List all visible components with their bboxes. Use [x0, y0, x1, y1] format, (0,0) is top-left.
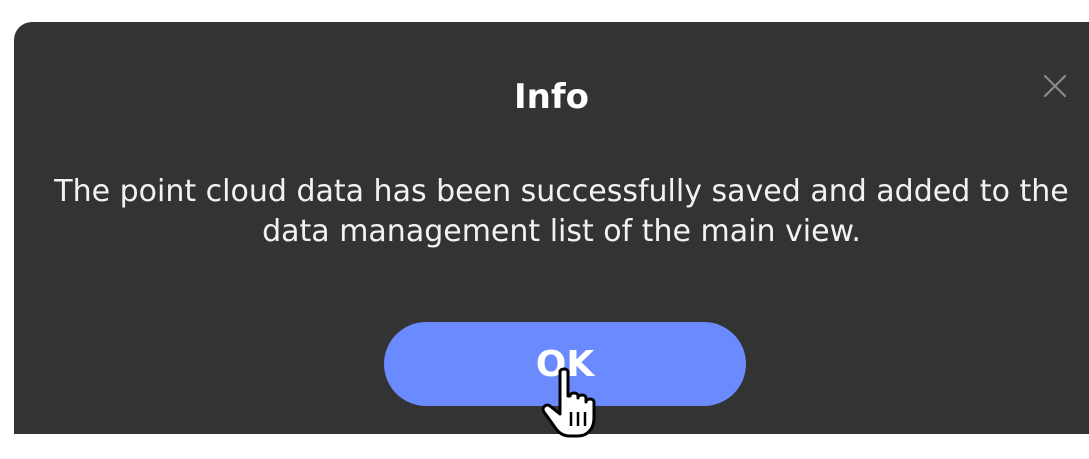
dialog-title: Info	[513, 77, 589, 117]
ok-button[interactable]: OK	[384, 322, 746, 406]
info-dialog: Info The point cloud data has been succe…	[14, 22, 1089, 434]
close-button[interactable]	[1039, 70, 1071, 102]
dialog-message: The point cloud data has been successful…	[54, 174, 1069, 249]
close-icon	[1043, 74, 1067, 98]
